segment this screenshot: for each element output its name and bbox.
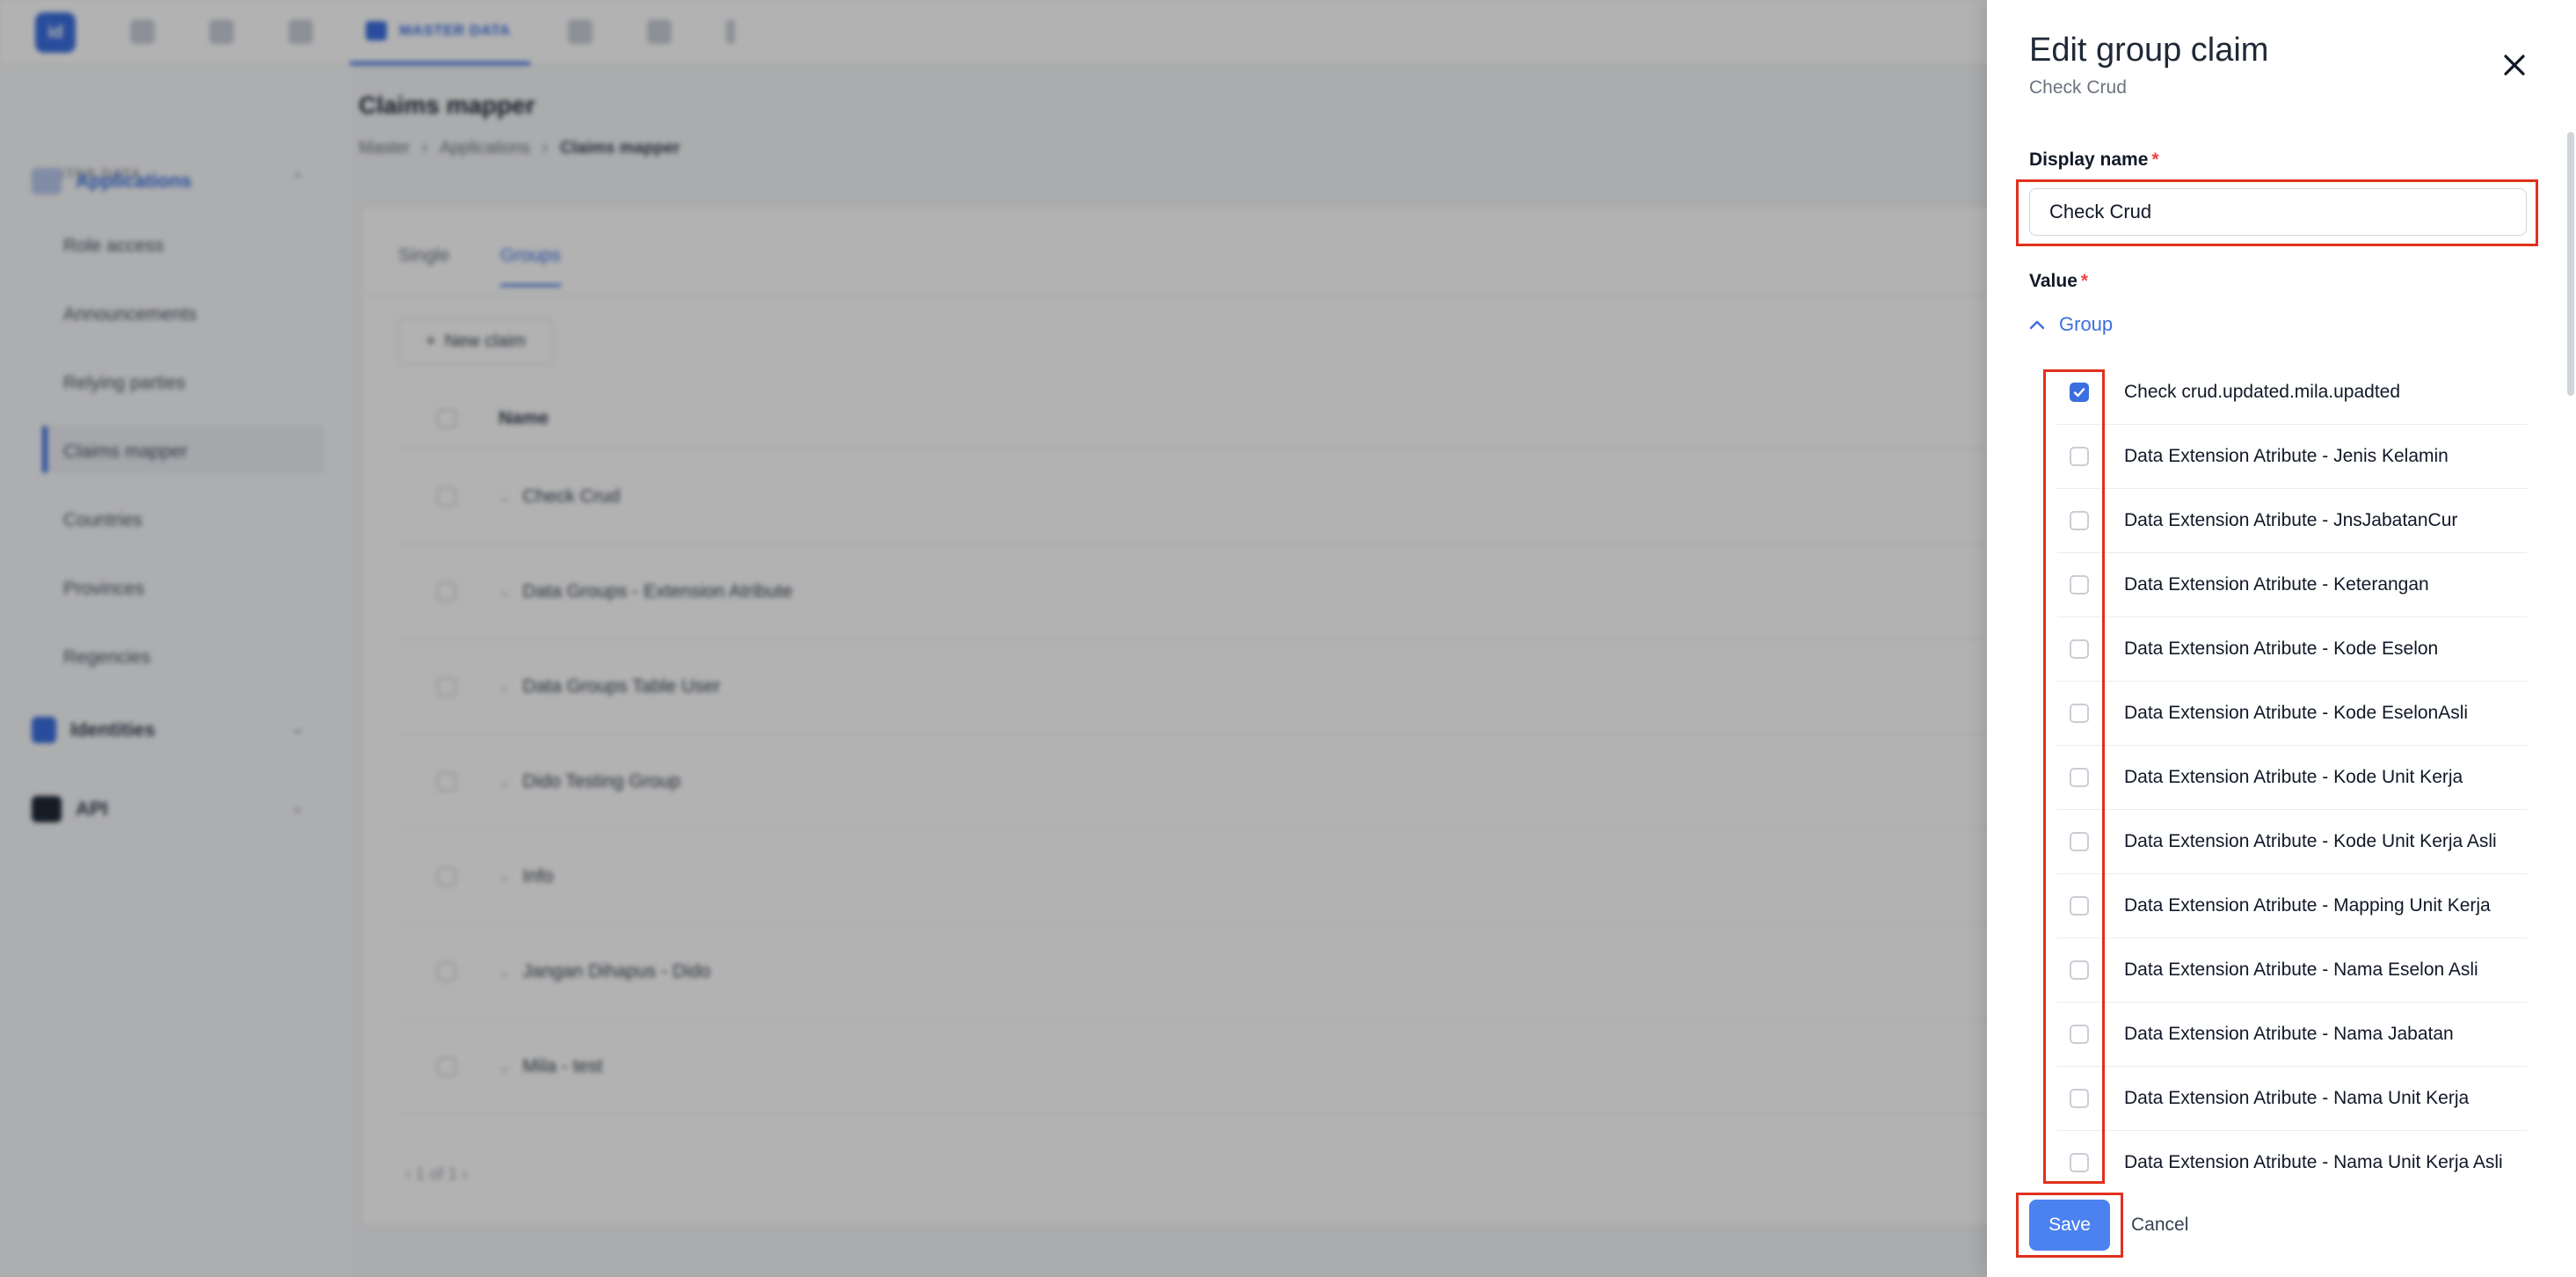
checkbox[interactable] (2070, 1089, 2089, 1108)
checkbox[interactable] (2070, 1153, 2089, 1172)
group-item[interactable]: Data Extension Atribute - Mapping Unit K… (2057, 874, 2527, 938)
group-item-label: Data Extension Atribute - Keterangan (2124, 574, 2429, 595)
close-icon (2504, 55, 2525, 76)
group-item[interactable]: Data Extension Atribute - Kode EselonAsl… (2057, 682, 2527, 746)
required-marker: * (2080, 271, 2089, 291)
group-item-label: Data Extension Atribute - Nama Jabatan (2124, 1024, 2454, 1044)
checkbox[interactable] (2070, 960, 2089, 980)
checkbox[interactable] (2070, 511, 2089, 530)
group-item-label: Data Extension Atribute - Kode Unit Kerj… (2124, 767, 2463, 787)
group-item[interactable]: Check crud.updated.mila.upadted (2057, 361, 2527, 425)
group-item[interactable]: Data Extension Atribute - JnsJabatanCur (2057, 489, 2527, 553)
checkbox[interactable] (2070, 896, 2089, 916)
group-item-label: Check crud.updated.mila.upadted (2124, 382, 2401, 402)
cancel-button[interactable]: Cancel (2131, 1200, 2188, 1251)
group-item-label: Data Extension Atribute - JnsJabatanCur (2124, 510, 2458, 530)
drawer-scrollbar[interactable] (2567, 132, 2574, 396)
group-item-label: Data Extension Atribute - Kode Eselon (2124, 638, 2439, 659)
group-checkbox-list: Check crud.updated.mila.upadted Data Exte… (2057, 361, 2527, 1173)
group-item[interactable]: Data Extension Atribute - Jenis Kelamin (2057, 425, 2527, 489)
chevron-up-icon (2029, 320, 2045, 330)
group-item-label: Data Extension Atribute - Nama Unit Kerj… (2124, 1088, 2470, 1108)
group-item[interactable]: Data Extension Atribute - Nama Eselon As… (2057, 938, 2527, 1003)
group-item-label: Data Extension Atribute - Jenis Kelamin (2124, 446, 2449, 466)
close-button[interactable] (2495, 46, 2534, 84)
group-item[interactable]: Data Extension Atribute - Kode Unit Kerj… (2057, 746, 2527, 810)
checkbox-checked[interactable] (2070, 383, 2089, 402)
value-label-text: Value (2029, 271, 2078, 291)
checkbox[interactable] (2070, 1025, 2089, 1044)
group-item[interactable]: Data Extension Atribute - Keterangan (2057, 553, 2527, 617)
group-item[interactable]: Data Extension Atribute - Nama Unit Kerj… (2057, 1067, 2527, 1131)
checkmark-icon (2073, 388, 2085, 398)
group-toggle-label: Group (2059, 313, 2114, 335)
group-item[interactable]: Data Extension Atribute - Kode Unit Kerj… (2057, 810, 2527, 874)
group-item-label: Data Extension Atribute - Mapping Unit K… (2124, 895, 2491, 916)
required-marker: * (2151, 150, 2159, 170)
checkbox[interactable] (2070, 768, 2089, 787)
drawer-title: Edit group claim (2029, 32, 2269, 69)
group-item-label: Data Extension Atribute - Nama Eselon As… (2124, 960, 2478, 980)
edit-group-claim-drawer: Edit group claim Check Crud Display name… (1987, 0, 2576, 1277)
save-button[interactable]: Save (2029, 1200, 2110, 1251)
group-toggle[interactable]: Group (2029, 313, 2113, 336)
display-name-label-text: Display name (2029, 150, 2149, 170)
group-item[interactable]: Data Extension Atribute - Kode Eselon (2057, 617, 2527, 682)
drawer-subtitle: Check Crud (2029, 77, 2127, 98)
checkbox[interactable] (2070, 639, 2089, 659)
group-item-label: Data Extension Atribute - Nama Unit Kerj… (2124, 1152, 2503, 1172)
checkbox[interactable] (2070, 575, 2089, 595)
display-name-input[interactable] (2029, 188, 2527, 236)
group-item-label: Data Extension Atribute - Kode Unit Kerj… (2124, 831, 2497, 851)
display-name-label: Display name * (2029, 150, 2159, 171)
checkbox[interactable] (2070, 447, 2089, 466)
group-item[interactable]: Data Extension Atribute - Nama Jabatan (2057, 1003, 2527, 1067)
value-label: Value * (2029, 271, 2088, 292)
group-item[interactable]: Data Extension Atribute - Nama Unit Kerj… (2057, 1131, 2527, 1173)
checkbox[interactable] (2070, 832, 2089, 851)
checkbox[interactable] (2070, 704, 2089, 723)
group-item-label: Data Extension Atribute - Kode EselonAsl… (2124, 703, 2469, 723)
